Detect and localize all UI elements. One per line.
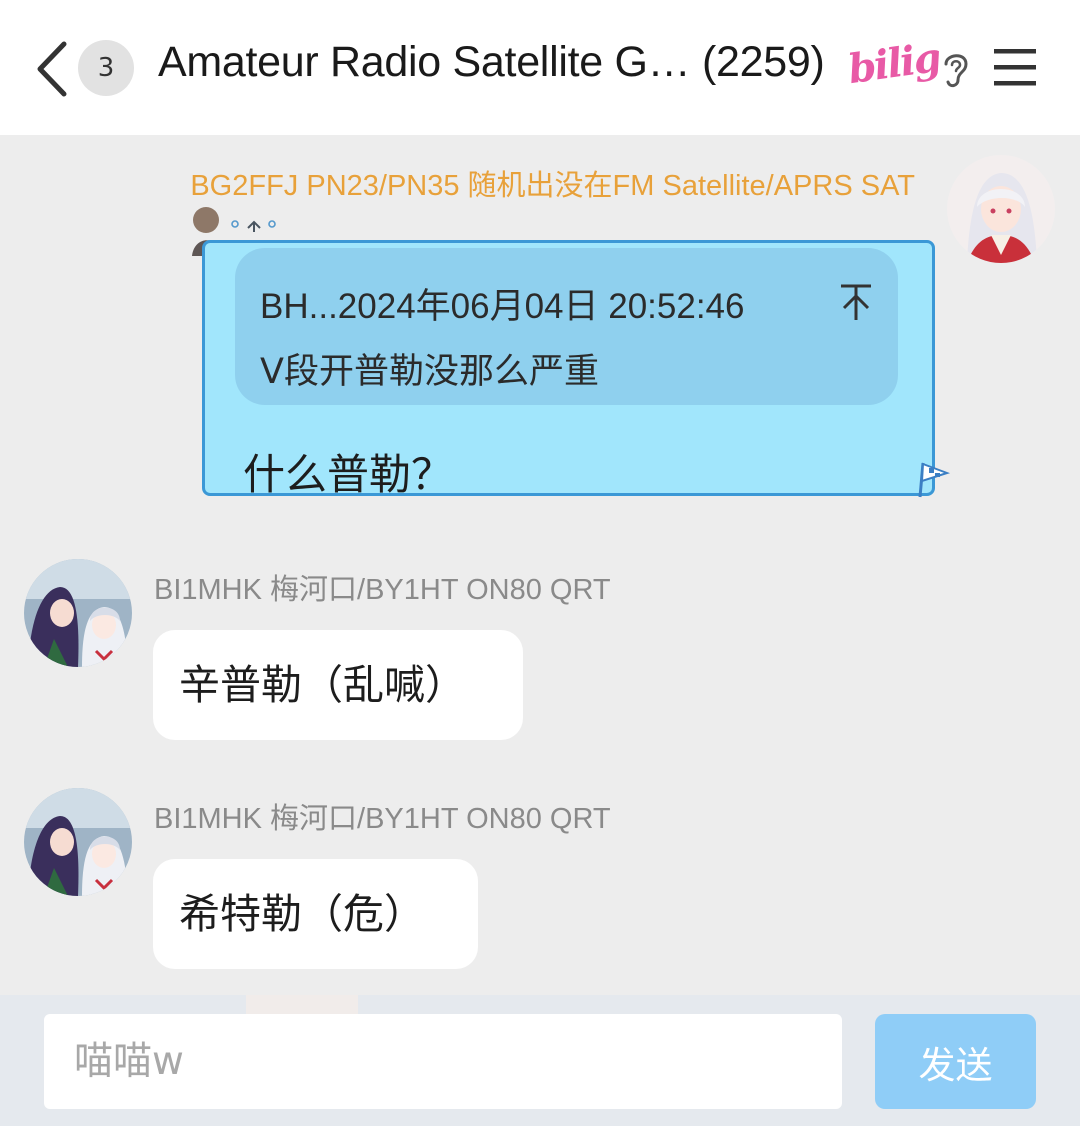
message-input[interactable] bbox=[44, 1014, 842, 1109]
message-bubble-self[interactable]: BH...2024年06月04日 20:52:46 V段开普勒没那么严重 什么普… bbox=[202, 240, 951, 499]
jump-to-quote-icon[interactable] bbox=[839, 282, 873, 322]
sender-name[interactable]: BG2FFJ PN23/PN35 随机出没在FM Satellite/APRS … bbox=[190, 162, 915, 204]
group-badge: bilig bbox=[845, 33, 943, 94]
back-arrow-icon[interactable] bbox=[30, 38, 74, 100]
sender-name[interactable]: BI1MHK 梅河口/BY1HT ON80 QRT bbox=[154, 795, 611, 837]
avatar[interactable] bbox=[24, 559, 132, 667]
message-text: 什么普勒？ bbox=[243, 450, 454, 499]
avatar[interactable] bbox=[947, 155, 1055, 263]
unread-count-badge[interactable]: 3 bbox=[78, 40, 134, 96]
ear-icon[interactable] bbox=[938, 48, 974, 90]
composer-bar: 发送 bbox=[0, 995, 1080, 1126]
quoted-message[interactable]: BH...2024年06月04日 20:52:46 V段开普勒没那么严重 bbox=[235, 248, 898, 405]
message-bubble[interactable]: 辛普勒（乱喊） bbox=[153, 630, 523, 740]
message-text: 希特勒（危） bbox=[179, 890, 425, 938]
menu-icon[interactable] bbox=[992, 46, 1038, 88]
quote-text: V段开普勒没那么严重 bbox=[260, 352, 599, 392]
quote-meta: BH...2024年06月04日 20:52:46 bbox=[260, 287, 745, 326]
avatar[interactable] bbox=[24, 788, 132, 896]
sender-name[interactable]: BI1MHK 梅河口/BY1HT ON80 QRT bbox=[154, 566, 611, 608]
message-bubble[interactable]: 希特勒（危） bbox=[153, 859, 478, 969]
flag-icon bbox=[918, 462, 951, 498]
message-text: 辛普勒（乱喊） bbox=[179, 661, 466, 709]
chat-header: 3 Amateur Radio Satellite G… (2259) bili… bbox=[0, 0, 1080, 135]
send-button[interactable]: 发送 bbox=[875, 1014, 1036, 1109]
chat-title[interactable]: Amateur Radio Satellite G… (2259) bbox=[158, 38, 825, 87]
